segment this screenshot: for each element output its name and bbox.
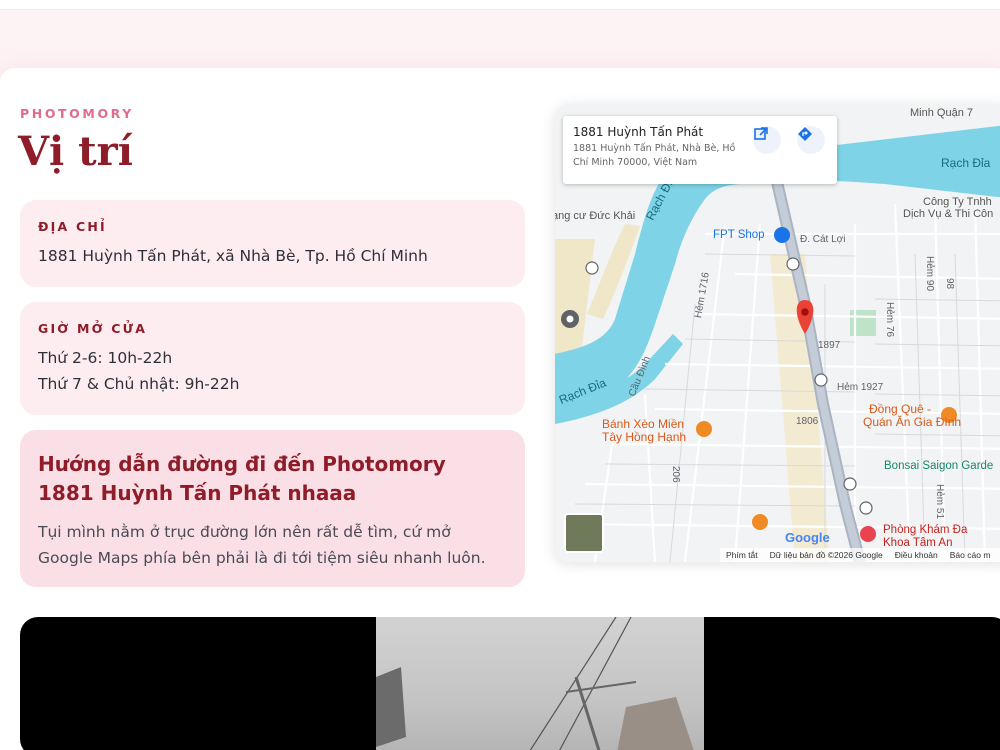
open-in-maps-button[interactable] (753, 126, 781, 154)
map-label-hem-1927: Hẻm 1927 (837, 382, 884, 393)
hours-label: GIỜ MỞ CỬA (38, 321, 148, 336)
map-label-cat-loi: Đ. Cát Lợi (800, 234, 846, 245)
map-label-dong-que-2[interactable]: Quán Ăn Gia Đình (863, 416, 961, 429)
directions-title: Hướng dẫn đường đi đến Photomory 1881 Hu… (38, 452, 446, 505)
map-label-hem-90: Hẻm 90 (924, 256, 935, 292)
map-terms-link[interactable]: Điều khoản (895, 550, 938, 560)
address-card: ĐỊA CHỈ 1881 Huỳnh Tấn Phát, xã Nhà Bè, … (20, 200, 525, 287)
video-frame (376, 617, 704, 750)
directions-description: Tụi mình nằm ở trục đường lớn nên rất dễ… (38, 523, 486, 567)
map-label-rach-dia-top: Rạch Đỉa (941, 156, 991, 170)
hours-weekend: Thứ 7 & Chủ nhật: 9h-22h (38, 375, 240, 393)
external-link-icon (754, 127, 768, 140)
address-label: ĐỊA CHỈ (38, 219, 107, 234)
google-logo: Google (785, 530, 830, 545)
map-label-cong-ty: Công Ty Tnhh (923, 196, 992, 208)
map-footer: Phím tắt Dữ liệu bản đồ ©2026 Google Điề… (720, 548, 1000, 562)
video-section[interactable] (20, 617, 1000, 750)
map-data-credit: Dữ liệu bản đồ ©2026 Google (769, 550, 883, 560)
map-label-banh-xeo-2[interactable]: Tây Hồng Hạnh (602, 431, 686, 444)
map-label-fpt-shop[interactable]: FPT Shop (713, 229, 765, 241)
map-label-1897: 1897 (818, 340, 841, 351)
hours-weekday: Thứ 2-6: 10h-22h (38, 349, 173, 367)
map-place-card: 1881 Huỳnh Tấn Phát 1881 Huỳnh Tấn Phát,… (563, 116, 837, 184)
map-label-hem-51: Hẻm 51 (934, 484, 945, 520)
map-report-link[interactable]: Báo cáo m (950, 550, 991, 560)
map-label-dich-vu: Dịch Vụ & Thi Côn (903, 208, 994, 220)
section-kicker: PHOTOMORY (20, 106, 134, 121)
directions-button[interactable] (797, 126, 825, 154)
map-label-bonsai[interactable]: Bonsai Saigon Garde (884, 460, 993, 472)
map-label-duc-khai: ạng cư Đức Khải (555, 210, 636, 222)
map-label-hem-76: Hẻm 76 (884, 302, 895, 338)
google-map-embed[interactable]: Minh Quận 7 Rạch Đỉa Công Ty Tnhh Dịch V… (555, 104, 1000, 562)
directions-card: Hướng dẫn đường đi đến Photomory 1881 Hu… (20, 430, 525, 587)
top-nav-strip (0, 0, 1000, 10)
map-place-address: 1881 Huỳnh Tấn Phát, Nhà Bè, Hồ Chí Minh… (573, 143, 736, 168)
section-title: Vị trí (18, 128, 133, 175)
directions-icon (798, 127, 812, 141)
map-label-206: 206 (670, 466, 681, 483)
hours-card: GIỜ MỞ CỬA Thứ 2-6: 10h-22h Thứ 7 & Chủ … (20, 302, 525, 415)
map-label-1806: 1806 (796, 416, 819, 427)
map-place-title: 1881 Huỳnh Tấn Phát (573, 125, 704, 139)
map-label-phong-kham-1[interactable]: Phòng Khám Đa (883, 524, 967, 537)
video-thumbnail-graphic (376, 617, 694, 750)
address-value: 1881 Huỳnh Tấn Phát, xã Nhà Bè, Tp. Hồ C… (38, 247, 428, 265)
map-shortcuts-link[interactable]: Phím tắt (726, 550, 758, 560)
map-label-98: 98 (944, 278, 955, 290)
map-label-minh-quan: Minh Quận 7 (910, 107, 973, 119)
